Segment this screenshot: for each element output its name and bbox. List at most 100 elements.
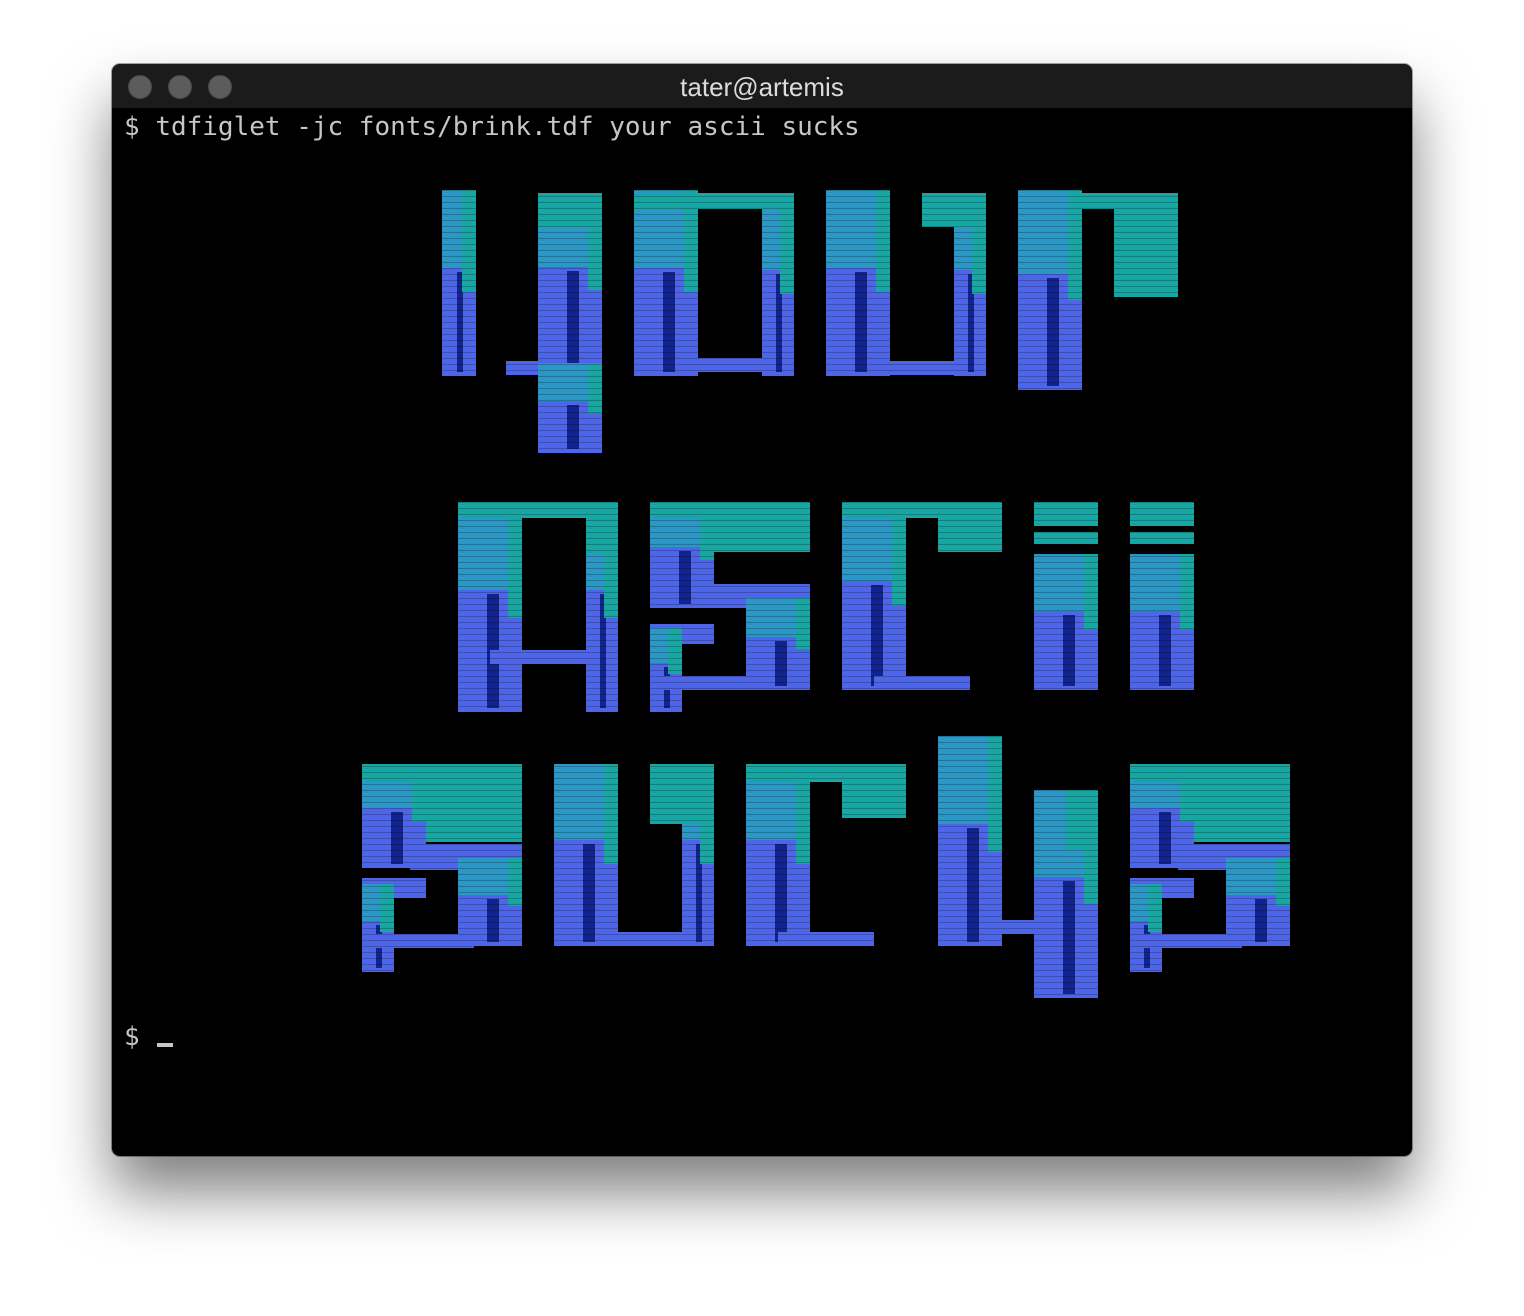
scanline [352,844,1312,845]
scanline [352,940,1312,941]
scanline [352,592,1312,593]
scanline [352,232,1312,233]
banner-glyph-ascii [679,551,691,604]
scanline [352,238,1312,239]
scanline [352,364,1312,365]
scanline [352,196,1312,197]
scanline [352,826,1312,827]
scanline [352,538,1312,539]
banner-glyph-ascii [1180,554,1194,629]
banner-glyph-ascii [1084,554,1098,629]
banner-glyph-your [890,361,954,375]
banner-glyph-sucks [1255,899,1267,942]
scanline [352,1000,1312,1001]
terminal-content[interactable]: $ tdfiglet -jc fonts/brink.tdf your asci… [112,108,1412,1156]
scanline [352,316,1312,317]
scanline [352,934,1312,935]
scanline [352,874,1312,875]
banner-glyph-your [634,193,794,209]
scanline [352,430,1312,431]
scanline [352,424,1312,425]
scanline [352,370,1312,371]
scanline [352,682,1312,683]
scanline [352,352,1312,353]
scanline [352,706,1312,707]
scanline [352,454,1312,455]
scanline [352,856,1312,857]
scanline [352,604,1312,605]
banner-glyph-ascii [1063,615,1075,686]
scanline [352,880,1312,881]
scanline [352,340,1312,341]
scanline [352,958,1312,959]
scanline [352,796,1312,797]
scanline [352,250,1312,251]
prompt-line[interactable]: $ [124,1021,174,1053]
banner-glyph-your [922,193,986,227]
scanline [352,496,1312,497]
scanline [352,928,1312,929]
scanline [352,802,1312,803]
banner-glyph-ascii [1159,615,1171,686]
scanline [352,994,1312,995]
scanline [352,208,1312,209]
scanline [352,394,1312,395]
scanline [352,664,1312,665]
scanline [352,700,1312,701]
scanline [352,694,1312,695]
scanline [352,646,1312,647]
scanline [352,988,1312,989]
scanline [352,214,1312,215]
banner-glyph-your [567,271,579,366]
scanline [352,466,1312,467]
title-bar[interactable]: tater@artemis [112,64,1412,108]
scanline [352,382,1312,383]
scanline [352,736,1312,737]
scanline [352,544,1312,545]
banner-glyph-ascii [796,598,810,649]
banner-glyph-your [1047,278,1059,386]
scanline [352,190,1312,191]
scanline [352,502,1312,503]
scanline [352,508,1312,509]
scanline [352,550,1312,551]
scanline [352,970,1312,971]
terminal-window: tater@artemis $ tdfiglet -jc fonts/brink… [112,64,1412,1156]
scanline [352,778,1312,779]
scanline [352,562,1312,563]
scanline [352,652,1312,653]
scanline [352,976,1312,977]
scanline [352,784,1312,785]
scanline [352,952,1312,953]
scanline [352,574,1312,575]
scanline [352,244,1312,245]
banner-glyph-your [462,190,476,292]
scanline [352,358,1312,359]
scanline [352,868,1312,869]
banner-glyph-sucks [487,899,499,942]
scanline [352,622,1312,623]
scanline [352,820,1312,821]
banner-glyph-sucks [1063,881,1075,994]
scanline [352,484,1312,485]
scanline [352,388,1312,389]
scanline [352,982,1312,983]
banner-glyph-ascii [508,502,522,618]
banner-glyph-sucks [380,884,394,932]
banner-glyph-ascii [586,502,618,554]
scanline [352,292,1312,293]
scanline [352,610,1312,611]
scanline [352,886,1312,887]
scanline [352,814,1312,815]
scanline [352,436,1312,437]
scanline [352,514,1312,515]
scanline [352,910,1312,911]
scanline [352,274,1312,275]
scanline [352,448,1312,449]
scanline [352,286,1312,287]
scanline [352,268,1312,269]
scanline [352,490,1312,491]
scanline [352,688,1312,689]
scanline [352,520,1312,521]
scanline [352,376,1312,377]
